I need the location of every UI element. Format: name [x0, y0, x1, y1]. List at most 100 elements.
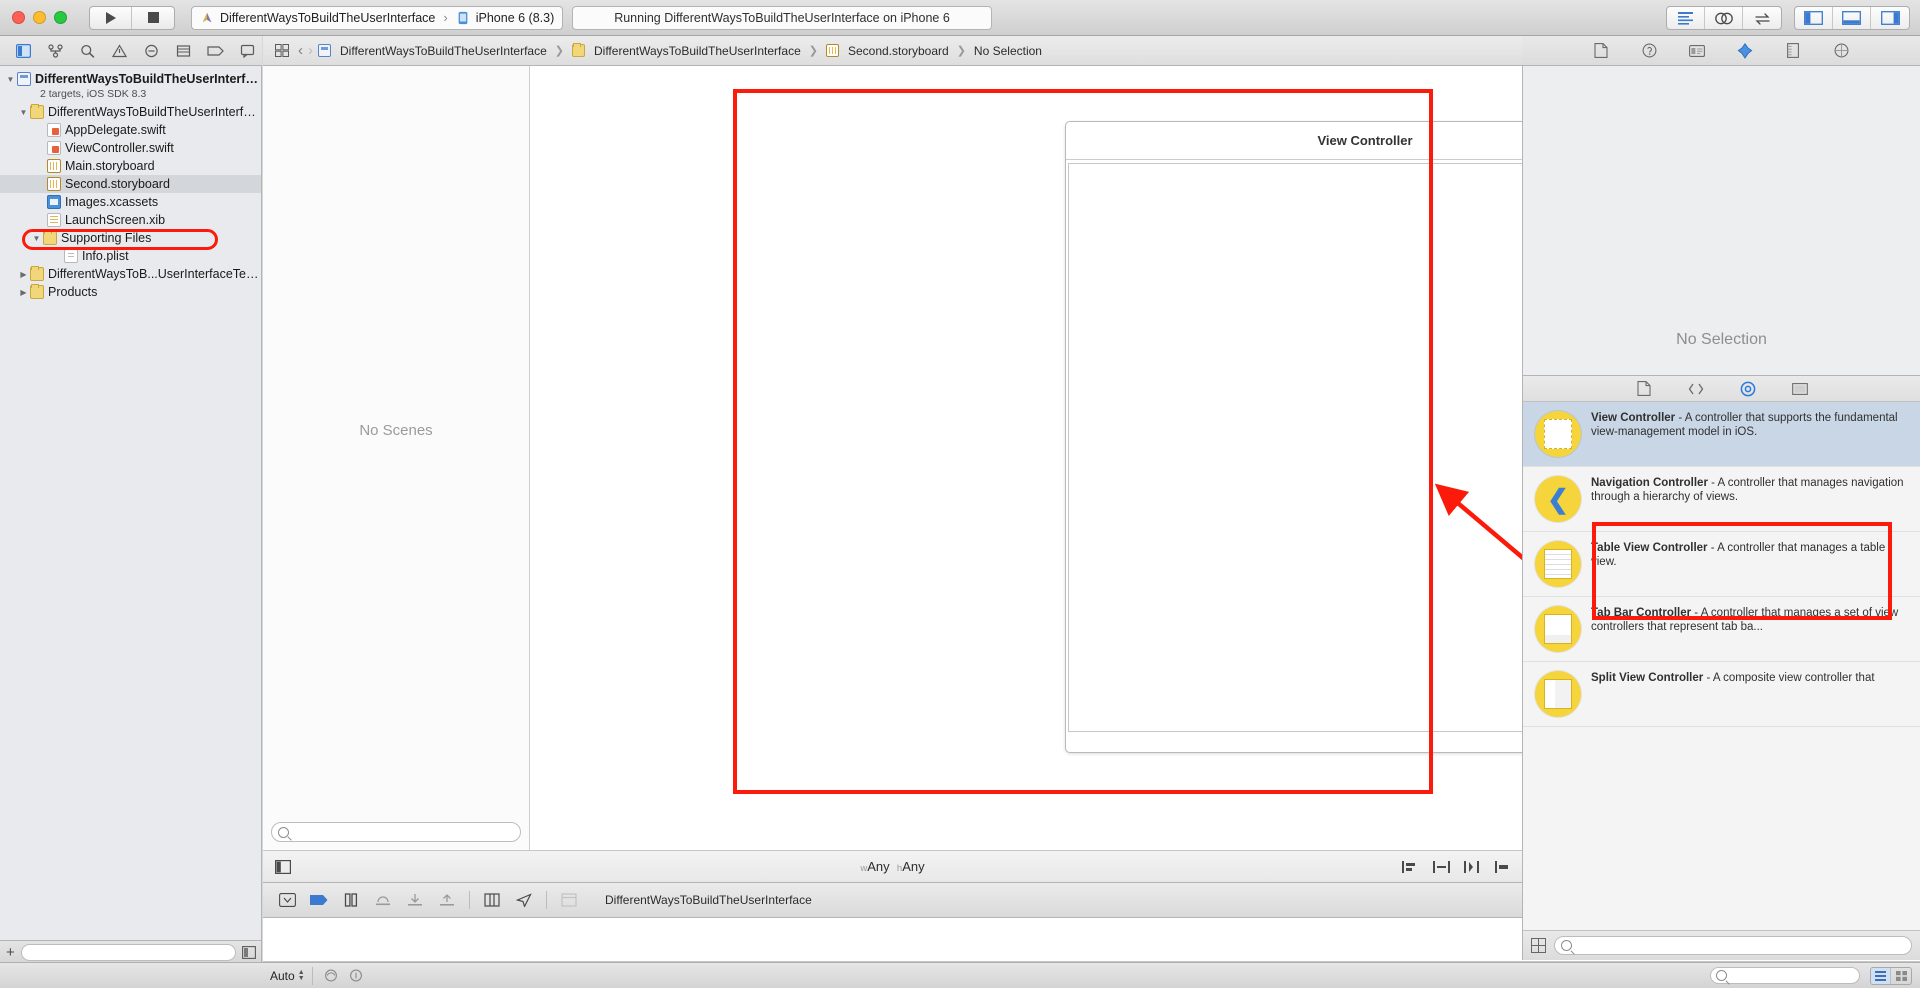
library-filter-input[interactable] [1710, 967, 1860, 984]
tree-row-tests-group[interactable]: ▶ DifferentWaysToB...UserInterfaceTests [0, 265, 261, 283]
breakpoint-navigator-icon[interactable] [200, 40, 230, 62]
step-over-icon[interactable] [369, 889, 397, 911]
tree-row-info-plist[interactable]: Info.plist [0, 247, 261, 265]
step-out-icon[interactable] [433, 889, 461, 911]
library-view-mode-group[interactable] [1870, 966, 1912, 985]
tree-row-viewcontroller[interactable]: ViewController.swift [0, 139, 261, 157]
minimize-window-button[interactable] [33, 11, 46, 24]
disclosure-triangle[interactable]: ▼ [17, 108, 30, 117]
status-bar-right[interactable] [1710, 966, 1912, 985]
test-navigator-icon[interactable] [136, 40, 166, 62]
report-navigator-icon[interactable] [232, 40, 262, 62]
hide-debug-area-icon[interactable] [273, 889, 301, 911]
library-item-view-controller[interactable]: View Controller - A controller that supp… [1523, 402, 1920, 467]
related-items-icon[interactable] [271, 41, 293, 61]
library-filter-bar[interactable] [1523, 930, 1920, 960]
library-item-split-view-controller[interactable]: Split View Controller - A composite view… [1523, 662, 1920, 727]
zoom-window-button[interactable] [54, 11, 67, 24]
canvas-layout-buttons[interactable] [1402, 860, 1512, 874]
resizing-behavior-icon[interactable] [1495, 860, 1512, 874]
align-icon[interactable] [1402, 860, 1419, 874]
run-stop-controls[interactable] [89, 5, 175, 30]
standard-editor-button[interactable] [1667, 7, 1705, 29]
view-toggle-group[interactable] [1794, 6, 1910, 30]
back-button[interactable]: ‹ [298, 42, 303, 59]
quick-help-icon[interactable] [1638, 40, 1660, 62]
size-class-label[interactable]: wAny hAny [263, 859, 1522, 874]
pin-icon[interactable] [1433, 860, 1450, 874]
debug-breadcrumb[interactable]: DifferentWaysToBuildTheUserInterface [605, 893, 812, 907]
grid-view-icon[interactable] [1531, 938, 1546, 953]
issue-navigator-icon[interactable] [104, 40, 134, 62]
tree-row-products[interactable]: ▶ Products [0, 283, 261, 301]
media-library-icon[interactable] [1789, 380, 1811, 398]
navigator-filter-input[interactable] [20, 944, 236, 961]
size-inspector-icon[interactable] [1782, 40, 1804, 62]
object-library-list[interactable]: View Controller - A controller that supp… [1523, 402, 1920, 930]
breadcrumb-item-group[interactable]: DifferentWaysToBuildTheUserInterface [594, 44, 801, 58]
toggle-navigator-button[interactable] [1795, 7, 1833, 29]
canvas-bottom-bar[interactable]: wAny hAny [263, 850, 1522, 882]
library-item-navigation-controller[interactable]: ❮ Navigation Controller - A controller t… [1523, 467, 1920, 532]
disclosure-triangle[interactable]: ▶ [17, 270, 30, 279]
editor-jump-bar[interactable]: ‹ › DifferentWaysToBuildTheUserInterface… [263, 36, 1522, 66]
destination-name[interactable]: iPhone 6 (8.3) [476, 11, 555, 25]
forward-button[interactable]: › [308, 42, 313, 59]
library-search-input[interactable] [1554, 936, 1912, 955]
debug-stack-icon[interactable] [555, 889, 583, 911]
tree-row-launchscreen-xib[interactable]: LaunchScreen.xib [0, 211, 261, 229]
editor-mode-group[interactable] [1666, 6, 1782, 30]
navigator-selector-bar[interactable] [0, 36, 262, 66]
preview-icon[interactable] [320, 967, 342, 985]
breadcrumb-item-project[interactable]: DifferentWaysToBuildTheUserInterface [340, 44, 547, 58]
library-item-tab-bar-controller[interactable]: Tab Bar Controller - A controller that m… [1523, 597, 1920, 662]
window-controls[interactable] [12, 11, 67, 24]
outline-filter-input[interactable] [271, 822, 521, 842]
interface-builder-canvas[interactable]: No Scenes View Controller [263, 66, 1522, 850]
filter-toggle-icon[interactable] [242, 946, 256, 959]
debug-view-hierarchy-icon[interactable] [478, 889, 506, 911]
version-editor-button[interactable] [1743, 7, 1781, 29]
scheme-name[interactable]: DifferentWaysToBuildTheUserInterface [220, 11, 435, 25]
disclosure-triangle[interactable]: ▼ [4, 75, 17, 84]
tree-row-appdelegate[interactable]: AppDelegate.swift [0, 121, 261, 139]
breadcrumb-item-file[interactable]: Second.storyboard [848, 44, 949, 58]
assistant-editor-button[interactable] [1705, 7, 1743, 29]
tree-row-images-xcassets[interactable]: Images.xcassets [0, 193, 261, 211]
project-navigator[interactable]: ▼ DifferentWaysToBuildTheUserInterface 2… [0, 66, 262, 964]
info-icon[interactable] [345, 967, 367, 985]
toggle-debug-area-button[interactable] [1833, 7, 1871, 29]
resolve-auto-layout-icon[interactable] [1464, 860, 1481, 874]
scene-root-view[interactable] [1068, 163, 1522, 732]
scheme-destination-selector[interactable]: DifferentWaysToBuildTheUserInterface › i… [191, 5, 564, 30]
tree-row-group-main[interactable]: ▼ DifferentWaysToBuildTheUserInterface [0, 103, 261, 121]
identity-inspector-icon[interactable] [1686, 40, 1708, 62]
object-library-icon[interactable] [1737, 380, 1759, 398]
view-controller-scene[interactable]: View Controller [1065, 121, 1522, 753]
source-control-navigator-icon[interactable] [40, 40, 70, 62]
step-into-icon[interactable] [401, 889, 429, 911]
auto-layout-version-selector[interactable]: Auto ▲ ▼ [270, 966, 367, 985]
navigator-filter-bar[interactable]: + [0, 940, 261, 964]
add-file-icon[interactable]: + [6, 945, 15, 960]
tree-row-supporting-files[interactable]: ▼ Supporting Files [0, 229, 261, 247]
connections-inspector-icon[interactable] [1830, 40, 1852, 62]
stepper-icon[interactable]: ▲ ▼ [298, 969, 305, 982]
tree-row-project[interactable]: ▼ DifferentWaysToBuildTheUserInterface [0, 70, 261, 88]
inspector-selector-bar[interactable] [1522, 36, 1920, 66]
tree-row-main-storyboard[interactable]: Main.storyboard [0, 157, 261, 175]
disclosure-triangle[interactable]: ▼ [30, 234, 43, 243]
attributes-inspector-icon[interactable] [1734, 40, 1756, 62]
file-inspector-icon[interactable] [1590, 40, 1612, 62]
breadcrumb[interactable]: DifferentWaysToBuildTheUserInterface ❯ D… [318, 43, 1042, 58]
disclosure-triangle[interactable]: ▶ [17, 288, 30, 297]
continue-execution-icon[interactable] [337, 889, 365, 911]
library-item-table-view-controller[interactable]: Table View Controller - A controller tha… [1523, 532, 1920, 597]
code-snippet-library-icon[interactable] [1685, 380, 1707, 398]
symbol-navigator-icon[interactable] [72, 40, 102, 62]
document-outline-pane[interactable]: No Scenes [263, 66, 530, 850]
project-navigator-icon[interactable] [8, 40, 38, 62]
list-view-button[interactable] [1871, 967, 1891, 984]
toggle-utilities-button[interactable] [1871, 7, 1909, 29]
debug-navigator-icon[interactable] [168, 40, 198, 62]
